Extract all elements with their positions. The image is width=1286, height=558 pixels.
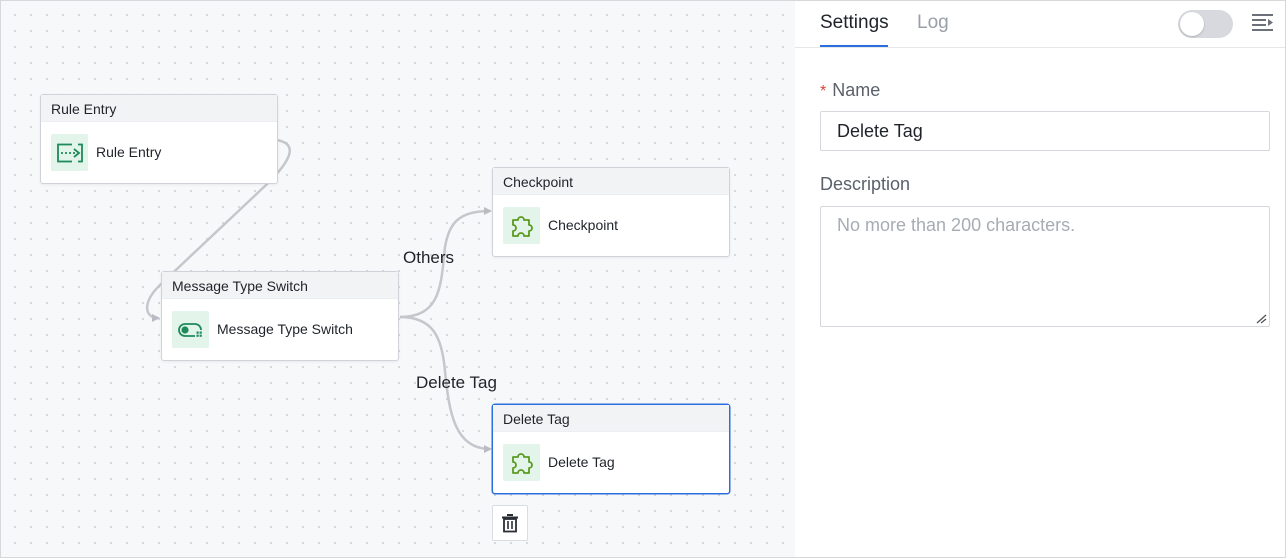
flow-canvas[interactable]: Rule Entry Rule Entry Message Type Switc… — [1, 1, 795, 557]
description-textarea[interactable] — [820, 206, 1270, 327]
rule-entry-icon — [51, 134, 88, 171]
node-label: Delete Tag — [548, 454, 615, 470]
enable-toggle[interactable] — [1178, 10, 1233, 38]
name-input[interactable] — [820, 111, 1270, 151]
toggle-knob — [1180, 12, 1204, 36]
edge-label-others: Others — [403, 248, 455, 267]
edge-label-delete-tag: Delete Tag — [416, 373, 497, 392]
panel-tabs: Settings Log — [795, 1, 1285, 48]
tab-log[interactable]: Log — [917, 12, 949, 34]
node-title: Delete Tag — [493, 405, 729, 432]
node-title: Message Type Switch — [162, 272, 398, 299]
node-checkpoint[interactable]: Checkpoint Checkpoint — [492, 167, 730, 257]
name-field-label: * Name — [820, 80, 880, 101]
textarea-resize-grip[interactable] — [1255, 314, 1267, 324]
trash-icon — [502, 514, 518, 533]
required-mark: * — [820, 83, 827, 100]
settings-panel: Settings Log * Name Description — [795, 1, 1285, 557]
puzzle-icon — [503, 444, 540, 481]
collapse-menu-icon[interactable] — [1252, 12, 1274, 32]
node-rule-entry[interactable]: Rule Entry Rule Entry — [40, 94, 278, 184]
puzzle-icon — [503, 207, 540, 244]
node-title: Rule Entry — [41, 95, 277, 122]
node-label: Message Type Switch — [217, 321, 353, 337]
description-field-label: Description — [820, 174, 911, 194]
node-label: Rule Entry — [96, 144, 162, 160]
name-label-text: Name — [832, 80, 881, 100]
active-tab-indicator — [820, 45, 888, 47]
node-title: Checkpoint — [493, 168, 729, 195]
node-message-type-switch[interactable]: Message Type Switch Message Type Switch — [161, 271, 399, 361]
switch-toggle-icon — [172, 311, 209, 348]
tab-settings[interactable]: Settings — [820, 12, 889, 34]
node-delete-tag[interactable]: Delete Tag Delete Tag — [492, 404, 730, 494]
delete-node-button[interactable] — [492, 505, 528, 541]
node-label: Checkpoint — [548, 217, 619, 233]
